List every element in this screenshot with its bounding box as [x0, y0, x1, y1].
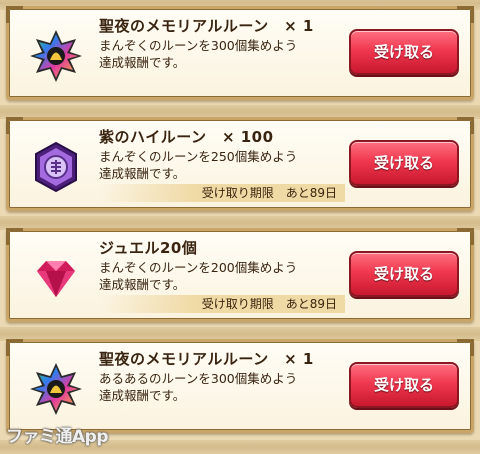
memorial-rune-star-icon: [30, 30, 82, 82]
memorial-rune-star-icon: [30, 363, 82, 415]
reward-title: ジュエル20個: [99, 239, 198, 257]
reward-title: 聖夜のメモリアルルーン × 1: [99, 350, 314, 368]
reward-description: あるあるのルーンを300個集めよう 達成報酬です。: [99, 371, 298, 403]
deadline-label: 受け取り期限 あと89日: [99, 295, 345, 313]
claim-button[interactable]: 受け取る: [349, 29, 459, 75]
reward-card: ジュエル20個 まんぞくのルーンを200個集めよう 達成報酬です。 受け取り期限…: [6, 228, 474, 322]
reward-title: 聖夜のメモリアルルーン × 1: [99, 17, 314, 35]
reward-title: 紫のハイルーン × 100: [99, 128, 274, 146]
reward-card: 聖夜のメモリアルルーン × 1 まんぞくのルーンを300個集めよう 達成報酬です…: [6, 6, 474, 100]
watermark: ファミ通App: [6, 427, 109, 447]
claim-button[interactable]: 受け取る: [349, 251, 459, 297]
reward-description: まんぞくのルーンを300個集めよう 達成報酬です。: [99, 38, 298, 70]
reward-card: 聖夜のメモリアルルーン × 1 あるあるのルーンを300個集めよう 達成報酬です…: [6, 339, 474, 433]
reward-description: まんぞくのルーンを200個集めよう 達成報酬です。: [99, 260, 298, 292]
claim-button[interactable]: 受け取る: [349, 362, 459, 408]
reward-card: 紫のハイルーン × 100 まんぞくのルーンを250個集めよう 達成報酬です。 …: [6, 117, 474, 211]
claim-button[interactable]: 受け取る: [349, 140, 459, 186]
deadline-label: 受け取り期限 あと89日: [99, 184, 345, 202]
reward-description: まんぞくのルーンを250個集めよう 達成報酬です。: [99, 149, 298, 181]
jewel-gem-icon: [37, 261, 75, 297]
purple-high-rune-icon: [35, 141, 77, 193]
